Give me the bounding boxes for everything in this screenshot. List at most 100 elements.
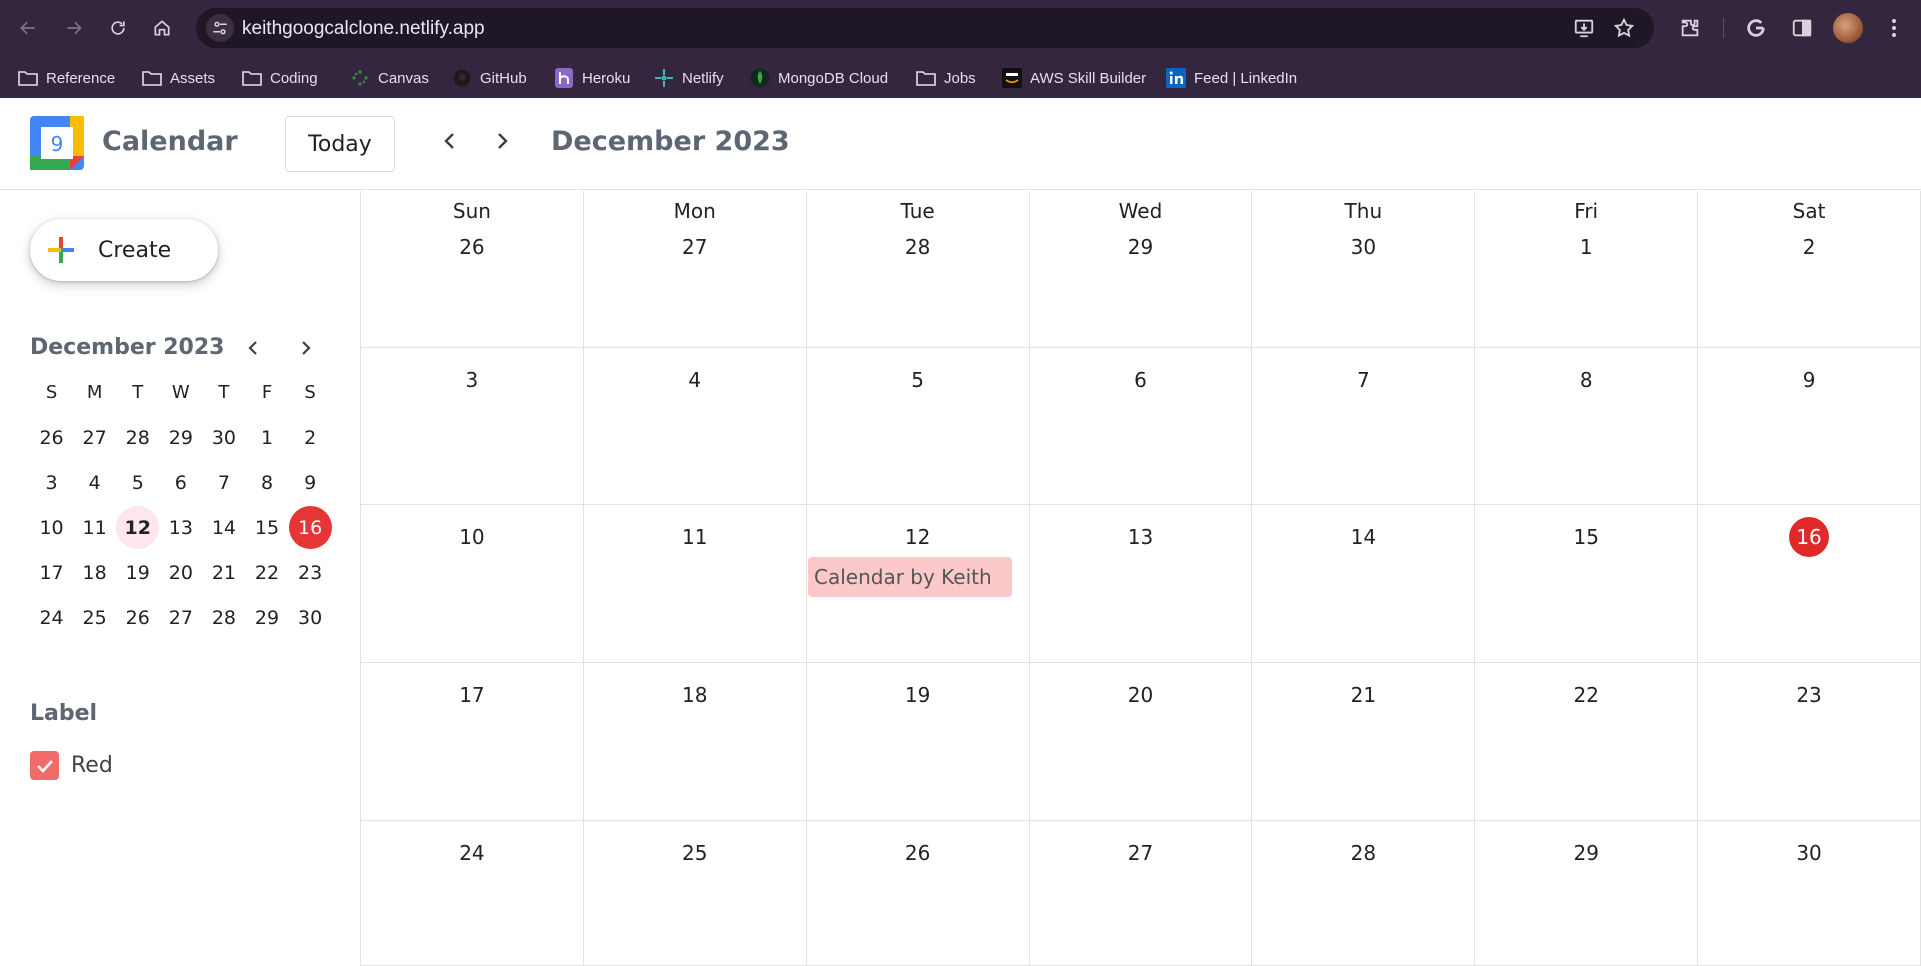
day-cell[interactable]: 21 bbox=[1252, 663, 1476, 821]
day-cell[interactable]: Wed 29 bbox=[1029, 191, 1253, 348]
today-button[interactable]: Today bbox=[285, 116, 395, 172]
bookmark-linkedin[interactable]: Feed | LinkedIn bbox=[1166, 66, 1297, 90]
day-cell[interactable]: 15 bbox=[1475, 505, 1699, 663]
next-month-chevron-icon[interactable] bbox=[487, 126, 517, 156]
mini-day-cell[interactable]: 5 bbox=[116, 461, 159, 504]
mini-day-cell[interactable]: 6 bbox=[159, 461, 202, 504]
day-cell[interactable]: 6 bbox=[1029, 348, 1253, 505]
profile-avatar[interactable] bbox=[1833, 13, 1863, 43]
mini-day-cell[interactable]: 27 bbox=[73, 416, 116, 459]
bookmark-netlify[interactable]: Netlify bbox=[654, 66, 724, 90]
event-chip[interactable]: Calendar by Keith bbox=[808, 557, 1012, 597]
mini-day-cell[interactable]: 17 bbox=[30, 551, 73, 594]
mini-day-cell[interactable]: 22 bbox=[245, 551, 288, 594]
back-arrow-icon[interactable] bbox=[14, 14, 42, 42]
bookmark-aws[interactable]: AWS Skill Builder bbox=[1002, 66, 1146, 90]
day-cell[interactable]: 16 bbox=[1698, 505, 1921, 663]
day-cell[interactable]: Thu 30 bbox=[1252, 191, 1476, 348]
mini-day-cell[interactable]: 25 bbox=[73, 596, 116, 639]
day-cell[interactable]: 23 bbox=[1698, 663, 1921, 821]
day-cell[interactable]: Fri 1 bbox=[1475, 191, 1699, 348]
mini-day-cell[interactable]: 7 bbox=[202, 461, 245, 504]
mini-day-cell[interactable]: 8 bbox=[245, 461, 288, 504]
mini-day-cell[interactable]: 30 bbox=[202, 416, 245, 459]
mini-day-cell[interactable]: 26 bbox=[30, 416, 73, 459]
mini-day-cell[interactable]: 28 bbox=[202, 596, 245, 639]
day-cell[interactable]: 10 bbox=[361, 505, 584, 663]
mini-day-cell[interactable]: 21 bbox=[202, 551, 245, 594]
side-panel-icon[interactable] bbox=[1788, 14, 1816, 42]
forward-arrow-icon[interactable] bbox=[60, 14, 88, 42]
day-cell[interactable]: Sat 2 bbox=[1698, 191, 1921, 348]
bookmark-coding[interactable]: Coding bbox=[242, 66, 318, 90]
mini-day-cell[interactable]: 2 bbox=[289, 416, 332, 459]
bookmark-reference[interactable]: Reference bbox=[18, 66, 115, 90]
mini-day-cell[interactable]: 3 bbox=[30, 461, 73, 504]
mini-next-chevron-icon[interactable] bbox=[293, 335, 319, 361]
reload-icon[interactable] bbox=[104, 14, 132, 42]
google-icon[interactable] bbox=[1742, 14, 1770, 42]
address-bar[interactable]: keithgoogcalclone.netlify.app bbox=[196, 8, 1654, 48]
mini-day-cell[interactable]: 1 bbox=[245, 416, 288, 459]
bookmark-heroku[interactable]: Heroku bbox=[554, 66, 630, 90]
mini-day-cell[interactable]: 19 bbox=[116, 551, 159, 594]
day-cell[interactable]: 17 bbox=[361, 663, 584, 821]
day-cell[interactable]: 11 bbox=[583, 505, 807, 663]
more-menu-icon[interactable] bbox=[1880, 14, 1908, 42]
day-cell[interactable]: 5 bbox=[806, 348, 1030, 505]
mini-day-cell[interactable]: 13 bbox=[159, 506, 202, 549]
extensions-icon[interactable] bbox=[1676, 14, 1704, 42]
mini-day-cell[interactable]: 23 bbox=[289, 551, 332, 594]
day-cell[interactable]: 14 bbox=[1252, 505, 1476, 663]
day-cell[interactable]: Mon 27 bbox=[583, 191, 807, 348]
label-item-red[interactable]: Red bbox=[30, 751, 113, 780]
bookmark-canvas[interactable]: Canvas bbox=[350, 66, 429, 90]
mini-day-cell[interactable]: 24 bbox=[30, 596, 73, 639]
checkbox-checked-icon[interactable] bbox=[30, 751, 59, 780]
day-cell[interactable]: 25 bbox=[583, 821, 807, 966]
day-cell[interactable]: 30 bbox=[1698, 821, 1921, 966]
day-cell[interactable]: 18 bbox=[583, 663, 807, 821]
mini-day-cell[interactable]: 20 bbox=[159, 551, 202, 594]
day-cell[interactable]: 24 bbox=[361, 821, 584, 966]
day-cell[interactable]: 29 bbox=[1475, 821, 1699, 966]
home-icon[interactable] bbox=[148, 14, 176, 42]
day-cell[interactable]: 7 bbox=[1252, 348, 1476, 505]
day-cell[interactable]: 20 bbox=[1029, 663, 1253, 821]
mini-day-cell[interactable]: 4 bbox=[73, 461, 116, 504]
prev-month-chevron-icon[interactable] bbox=[435, 126, 465, 156]
mini-day-cell[interactable]: 11 bbox=[73, 506, 116, 549]
mini-day-cell[interactable]: 16 bbox=[288, 506, 332, 549]
mini-day-cell[interactable]: 14 bbox=[202, 506, 245, 549]
mini-day-cell[interactable]: 15 bbox=[245, 506, 288, 549]
mini-day-cell[interactable]: 28 bbox=[116, 416, 159, 459]
mini-day-cell[interactable]: 18 bbox=[73, 551, 116, 594]
day-cell[interactable]: 4 bbox=[583, 348, 807, 505]
day-cell[interactable]: 19 bbox=[806, 663, 1030, 821]
day-cell[interactable]: 22 bbox=[1475, 663, 1699, 821]
mini-day-cell[interactable]: 29 bbox=[159, 416, 202, 459]
day-cell[interactable]: 9 bbox=[1698, 348, 1921, 505]
day-cell[interactable]: 3 bbox=[361, 348, 584, 505]
mini-day-cell[interactable]: 12 bbox=[116, 506, 160, 549]
install-app-icon[interactable] bbox=[1572, 16, 1596, 40]
mini-day-cell[interactable]: 29 bbox=[245, 596, 288, 639]
bookmark-github[interactable]: GitHub bbox=[452, 66, 527, 90]
bookmark-assets[interactable]: Assets bbox=[142, 66, 215, 90]
bookmark-star-icon[interactable] bbox=[1612, 16, 1636, 40]
mini-day-cell[interactable]: 10 bbox=[30, 506, 73, 549]
mini-day-cell[interactable]: 9 bbox=[289, 461, 332, 504]
mini-day-cell[interactable]: 27 bbox=[159, 596, 202, 639]
day-cell[interactable]: 28 bbox=[1252, 821, 1476, 966]
url-text[interactable]: keithgoogcalclone.netlify.app bbox=[242, 18, 485, 40]
day-cell[interactable]: 8 bbox=[1475, 348, 1699, 505]
day-cell[interactable]: Tue 28 bbox=[806, 191, 1030, 348]
mini-day-cell[interactable]: 30 bbox=[289, 596, 332, 639]
mini-day-cell[interactable]: 26 bbox=[116, 596, 159, 639]
bookmark-mongodb[interactable]: MongoDB Cloud bbox=[750, 66, 888, 90]
day-cell[interactable]: 27 bbox=[1029, 821, 1253, 966]
mini-prev-chevron-icon[interactable] bbox=[240, 335, 266, 361]
site-info-icon[interactable] bbox=[206, 14, 234, 42]
create-button[interactable]: Create bbox=[30, 219, 218, 281]
day-cell[interactable]: 26 bbox=[806, 821, 1030, 966]
